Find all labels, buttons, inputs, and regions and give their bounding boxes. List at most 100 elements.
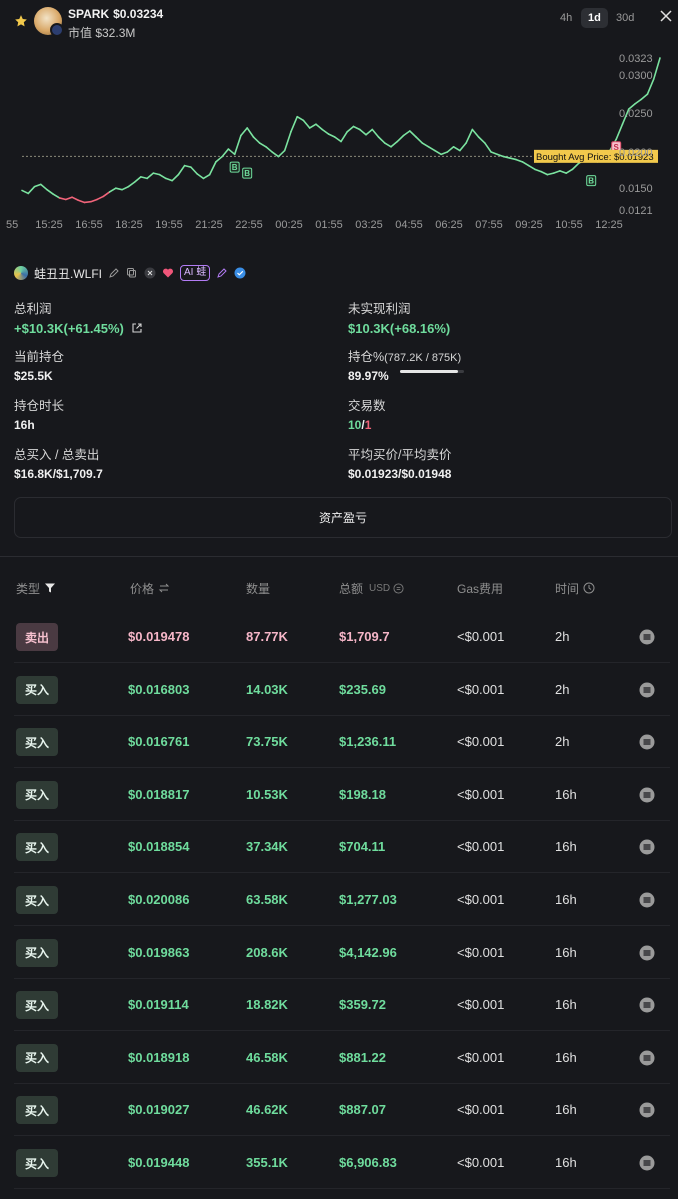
price-line-segment (190, 166, 198, 175)
x-tick-label: 10:55 (555, 219, 583, 231)
trade-type-badge: 买入 (16, 833, 58, 862)
table-row[interactable]: 买入 $0.019448 355.1K $6,906.83 <$0.001 16h (0, 1137, 678, 1189)
table-row[interactable]: 买入 $0.019863 208.6K $4,142.96 <$0.001 16h (0, 927, 678, 979)
wallet-name[interactable]: 蛙丑丑.WLFI (34, 265, 102, 282)
details-icon[interactable] (639, 1050, 655, 1066)
table-row[interactable]: 卖出 $0.019478 87.77K $1,709.7 <$0.001 2h (0, 611, 678, 663)
trade-time: 2h (555, 681, 570, 697)
trade-price: $0.016761 (128, 734, 190, 750)
stat-trades: 交易数 10/1 (348, 395, 386, 432)
price-line-segment (490, 151, 499, 156)
asset-pnl-button[interactable]: 资产盈亏 (14, 497, 672, 538)
price-line-segment (152, 172, 161, 176)
details-icon[interactable] (639, 682, 655, 698)
price-line-segment (265, 145, 273, 153)
trade-qty: 87.77K (246, 629, 288, 644)
timeframe-1d[interactable]: 1d (581, 8, 608, 28)
stat-label: 持仓时长 (14, 399, 65, 413)
col-header-time[interactable]: 时间 (555, 580, 595, 596)
trade-total: $704.11 (339, 839, 386, 855)
price-line-segment (571, 162, 580, 171)
trade-type-badge: 买入 (16, 1149, 58, 1177)
trade-type-badge: 买入 (16, 938, 58, 967)
price-line-segment (321, 128, 330, 135)
trade-type-badge: 买入 (16, 780, 58, 809)
price-line-segment (233, 134, 242, 156)
pen-icon[interactable] (216, 267, 228, 279)
price-line-segment (365, 128, 374, 136)
table-row[interactable]: 买入 $0.020086 63.58K $1,277.03 <$0.001 16h (0, 874, 678, 926)
table-row[interactable]: 买入 $0.018817 10.53K $198.18 <$0.001 16h (0, 769, 678, 821)
details-icon[interactable] (639, 1155, 655, 1171)
x-tick-label: 19:55 (155, 219, 183, 231)
trade-gas: <$0.001 (457, 997, 505, 1013)
filter-icon[interactable] (44, 582, 56, 594)
price-chart[interactable]: B B B S Bought Avg Price: $0.01923 0.0323 0.03… (0, 40, 678, 245)
col-header-type[interactable]: 类型 (16, 580, 56, 596)
details-icon[interactable] (639, 629, 655, 645)
edit-icon[interactable] (108, 267, 120, 279)
table-row[interactable]: 买入 $0.016803 14.03K $235.69 <$0.001 2h (0, 664, 678, 716)
stat-label: 持仓%(787.2K / 875K) (348, 346, 461, 365)
price-line-segment (133, 176, 142, 183)
y-tick-label: 0.0121 (619, 205, 653, 217)
trade-time: 16h (555, 997, 577, 1013)
token-symbol: SPARK (68, 7, 110, 21)
details-icon[interactable] (639, 945, 655, 961)
trade-total: $1,709.7 (339, 629, 390, 644)
price-line-segment (296, 115, 305, 122)
trade-qty: 18.82K (246, 997, 288, 1013)
clock-icon[interactable] (583, 582, 595, 594)
col-header-total[interactable]: 总额 USD (339, 580, 404, 596)
currency-toggle-icon[interactable] (393, 582, 404, 594)
timeframe-4h[interactable]: 4h (553, 8, 579, 28)
stat-avg-price: 平均买价/平均卖价 $0.01923/$0.01948 (348, 444, 451, 481)
price-line-segment (521, 161, 530, 167)
table-row[interactable]: 买入 $0.018918 46.58K $881.22 <$0.001 16h (0, 1032, 678, 1084)
price-line-segment (240, 127, 248, 137)
star-icon[interactable] (14, 14, 28, 28)
row-divider (14, 1188, 670, 1189)
stat-total-buysell: 总买入 / 总卖出 $16.8K/$1,709.7 (14, 444, 103, 481)
table-row[interactable]: 买入 $0.016761 73.75K $1,236.11 <$0.001 2h (0, 716, 678, 769)
details-icon[interactable] (639, 997, 655, 1013)
price-line-segment (390, 140, 399, 148)
timeframe-30d[interactable]: 30d (609, 8, 641, 28)
close-icon[interactable] (658, 8, 674, 24)
price-line-segment (46, 188, 55, 195)
y-tick-label: 0.0200 (619, 147, 653, 159)
col-header-price[interactable]: 价格 (130, 580, 170, 596)
price-line-segment (71, 196, 80, 202)
x-social-icon[interactable] (144, 267, 156, 279)
price-line-segment (171, 173, 180, 182)
trade-price: $0.019027 (128, 1102, 190, 1118)
price-line-segment (509, 157, 517, 161)
trade-qty: 73.75K (246, 734, 288, 750)
ai-badge[interactable]: AI 蛙 (180, 265, 211, 281)
table-row[interactable]: 买入 $0.019114 18.82K $359.72 <$0.001 16h (0, 979, 678, 1032)
price-line-segment (121, 185, 130, 191)
trade-total: $4,142.96 (339, 944, 397, 960)
external-link-icon[interactable] (131, 322, 143, 334)
price-line-segment (146, 172, 155, 180)
swap-icon[interactable] (158, 582, 170, 594)
price-line-segment (290, 115, 299, 133)
trade-qty: 63.58K (246, 892, 288, 907)
trade-price: $0.019448 (128, 1155, 190, 1170)
details-icon[interactable] (639, 839, 655, 855)
table-row[interactable]: 买入 $0.018854 37.34K $704.11 <$0.001 16h (0, 821, 678, 874)
details-icon[interactable] (639, 787, 655, 803)
trade-total: $1,236.11 (339, 734, 397, 750)
details-icon[interactable] (639, 892, 655, 908)
details-icon[interactable] (639, 734, 655, 750)
col-header-qty: 数量 (246, 580, 270, 596)
total-pnl-value: +$10.3K(+61.45%) (14, 321, 124, 336)
copy-icon[interactable] (126, 267, 138, 279)
details-icon[interactable] (639, 1102, 655, 1118)
trade-gas: <$0.001 (457, 839, 505, 855)
price-chart-svg: BBBSBought Avg Price: $0.019230.03230.03… (6, 53, 661, 231)
table-row[interactable]: 买入 $0.019027 46.62K $887.07 <$0.001 16h (0, 1084, 678, 1137)
stat-label: 总利润 (14, 302, 52, 316)
heart-icon[interactable] (162, 267, 174, 279)
trade-time: 16h (555, 1102, 577, 1118)
